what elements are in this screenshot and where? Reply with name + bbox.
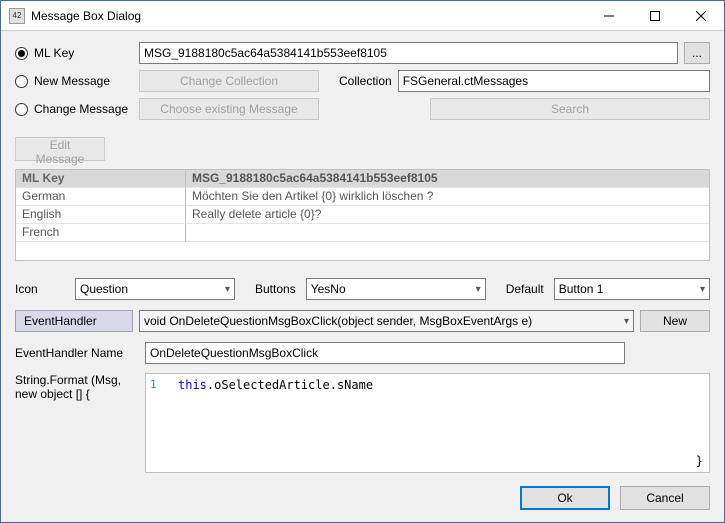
ml-key-input[interactable]: [139, 42, 678, 64]
grid-row[interactable]: German Möchten Sie den Artikel {0} wirkl…: [16, 188, 709, 206]
ok-button[interactable]: Ok: [520, 486, 610, 510]
code-rest: .oSelectedArticle.sName: [207, 378, 373, 392]
grid-header-left: ML Key: [16, 170, 186, 188]
buttons-label: Buttons: [255, 282, 296, 296]
radio-ml-key-label: ML Key: [34, 46, 74, 60]
cancel-button[interactable]: Cancel: [620, 486, 710, 510]
radio-ml-key[interactable]: ML Key: [15, 46, 133, 60]
grid-lang: English: [16, 206, 186, 224]
grid-lang: French: [16, 224, 186, 242]
minimize-button[interactable]: [586, 1, 632, 30]
grid-blank: [16, 242, 709, 260]
eventhandler-label: EventHandler: [15, 310, 133, 332]
default-select[interactable]: Button 1 ▾: [554, 278, 710, 300]
maximize-icon: [650, 11, 660, 21]
default-label: Default: [506, 282, 544, 296]
buttons-select-value: YesNo: [311, 282, 346, 296]
new-eventhandler-button[interactable]: New: [640, 310, 710, 332]
edit-message-button: Edit Message: [15, 137, 105, 161]
close-icon: [696, 11, 706, 21]
titlebar: 42 Message Box Dialog: [1, 1, 724, 31]
radio-icon: [15, 75, 28, 88]
icon-label: Icon: [15, 282, 65, 296]
grid-row[interactable]: English Really delete article {0}?: [16, 206, 709, 224]
radio-new-message-label: New Message: [34, 74, 110, 88]
radio-icon: [15, 47, 28, 60]
code-editor[interactable]: 1 this.oSelectedArticle.sName }: [145, 373, 710, 473]
change-collection-button: Change Collection: [139, 70, 319, 92]
messages-grid: ML Key MSG_9188180c5ac64a5384141b553eef8…: [15, 169, 710, 261]
chevron-down-icon: ▾: [624, 316, 629, 327]
choose-existing-button: Choose existing Message: [139, 98, 319, 120]
window-buttons: [586, 1, 724, 30]
dialog-window: 42 Message Box Dialog ML Key ...: [0, 0, 725, 523]
collection-input[interactable]: [398, 70, 710, 92]
stringformat-label: String.Format (Msg, new object [] {: [15, 373, 139, 401]
grid-header-row: ML Key MSG_9188180c5ac64a5384141b553eef8…: [16, 170, 709, 188]
grid-header-right: MSG_9188180c5ac64a5384141b553eef8105: [186, 170, 709, 188]
radio-change-message[interactable]: Change Message: [15, 102, 133, 116]
eventhandler-name-label: EventHandler Name: [15, 346, 139, 360]
close-button[interactable]: [678, 1, 724, 30]
radio-new-message[interactable]: New Message: [15, 74, 133, 88]
collection-label: Collection: [339, 74, 392, 88]
chevron-down-icon: ▾: [225, 284, 230, 295]
content-area: ML Key ... New Message Change Collection…: [1, 31, 724, 522]
icon-select-value: Question: [80, 282, 128, 296]
eventhandler-select[interactable]: void OnDeleteQuestionMsgBoxClick(object …: [139, 310, 634, 332]
chevron-down-icon: ▾: [700, 284, 705, 295]
grid-text: Really delete article {0}?: [186, 206, 709, 224]
grid-lang: German: [16, 188, 186, 206]
default-select-value: Button 1: [559, 282, 604, 296]
line-number: 1: [150, 378, 157, 391]
code-keyword: this: [178, 378, 207, 392]
dialog-footer: Ok Cancel: [15, 486, 710, 510]
window-title: Message Box Dialog: [31, 9, 586, 23]
eventhandler-name-input[interactable]: [145, 342, 625, 364]
grid-text: [186, 224, 709, 242]
search-button: Search: [430, 98, 710, 120]
eventhandler-value: void OnDeleteQuestionMsgBoxClick(object …: [144, 314, 532, 328]
radio-change-message-label: Change Message: [34, 102, 128, 116]
maximize-button[interactable]: [632, 1, 678, 30]
browse-button[interactable]: ...: [684, 42, 710, 64]
chevron-down-icon: ▾: [476, 284, 481, 295]
close-brace: }: [696, 454, 703, 468]
icon-select[interactable]: Question ▾: [75, 278, 235, 300]
code-line: this.oSelectedArticle.sName: [178, 378, 703, 392]
minimize-icon: [604, 11, 614, 21]
grid-text: Möchten Sie den Artikel {0} wirklich lös…: [186, 188, 709, 206]
radio-icon: [15, 103, 28, 116]
grid-row[interactable]: French: [16, 224, 709, 242]
buttons-select[interactable]: YesNo ▾: [306, 278, 486, 300]
app-icon: 42: [9, 8, 25, 24]
